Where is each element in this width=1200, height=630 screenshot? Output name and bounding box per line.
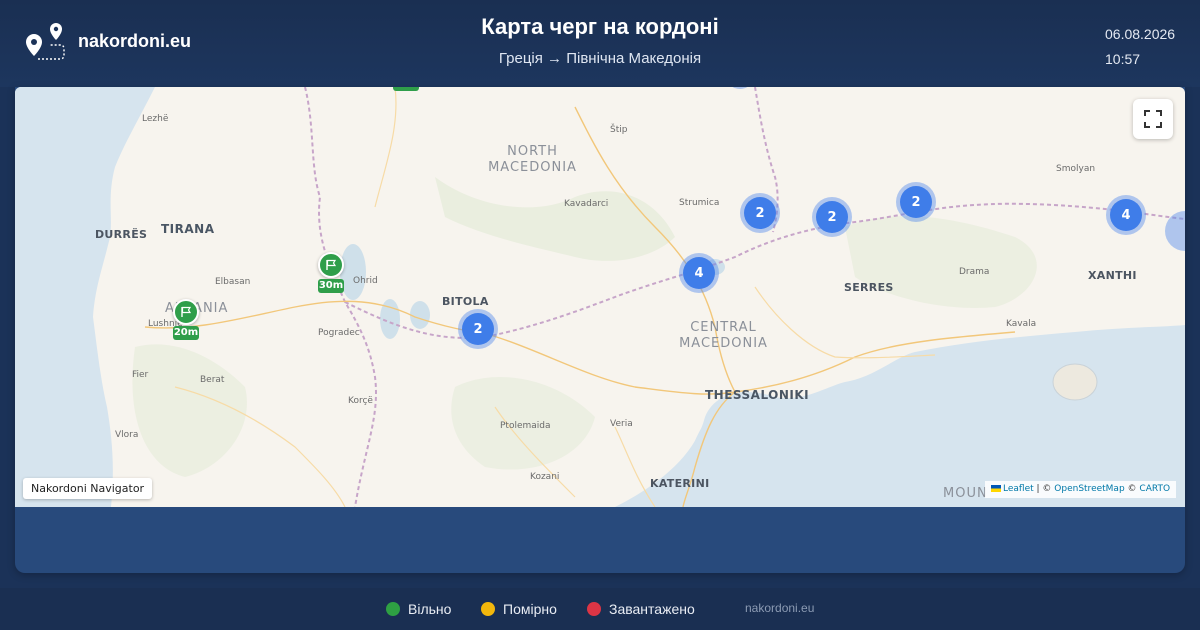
map-label-vlora: Vlora: [115, 430, 139, 440]
map-label-smolyan: Smolyan: [1056, 164, 1096, 174]
map-basemap: [15, 87, 1185, 507]
red-status-dot: [587, 602, 601, 616]
map-label-serres: SERRES: [844, 281, 894, 294]
map-label-bitola: BITOLA: [442, 295, 489, 308]
wait-time-badge: 30m: [318, 279, 344, 293]
yellow-status-dot: [481, 602, 495, 616]
map-label-tirana: TIRANA: [161, 222, 215, 236]
map-attribution: Leaflet | © OpenStreetMap © CARTO: [985, 481, 1177, 498]
queue-cluster[interactable]: 4: [679, 253, 719, 293]
map-label-pogradec: Pogradec: [318, 328, 360, 338]
map-label-durres: DURRËS: [95, 228, 148, 241]
footer-legend: Вільно Помірно Завантажено nakordoni.eu: [0, 588, 1200, 630]
map-label-berat: Berat: [200, 375, 225, 385]
queue-cluster[interactable]: 2: [740, 193, 780, 233]
map-label-veria: Veria: [610, 419, 633, 429]
legend-item-free: Вільно: [386, 601, 451, 617]
map-label-north-macedonia: NORTH MACEDONIA: [488, 144, 577, 175]
osm-link[interactable]: OpenStreetMap: [1054, 484, 1124, 494]
map-label-strumica: Strumica: [679, 198, 720, 208]
green-status-dot: [386, 602, 400, 616]
cluster-count: 2: [744, 197, 776, 229]
checkpoint-pin: [173, 299, 199, 325]
map-label-korce: Korçë: [348, 396, 373, 406]
map-label-xanthi: XANTHI: [1088, 269, 1137, 282]
map-label-kozani: Kozani: [530, 472, 560, 482]
map-label-central-macedonia: CENTRAL MACEDONIA: [679, 320, 768, 351]
map-label-thessaloniki: THESSALONIKI: [705, 388, 810, 402]
queue-cluster[interactable]: 2: [896, 182, 936, 222]
map-label-fier: Fier: [132, 370, 149, 380]
map-label-drama: Drama: [959, 267, 990, 277]
current-date: 06.08.2026: [1105, 26, 1176, 42]
legend-label: Вільно: [408, 601, 452, 617]
checkpoint-marker[interactable]: 30m: [316, 252, 346, 293]
cluster-count: 2: [462, 313, 494, 345]
page-title: Карта черг на кордоні: [481, 14, 719, 39]
flag-icon: [181, 306, 192, 317]
map-label-lezhe: Lezhë: [142, 114, 169, 124]
map-label-elbasan: Elbasan: [215, 277, 251, 287]
checkpoint-marker[interactable]: 20m: [171, 299, 201, 340]
navigator-badge[interactable]: Nakordoni Navigator: [23, 478, 153, 499]
queue-cluster[interactable]: 4: [1106, 195, 1146, 235]
legend-item-moderate: Помірно: [481, 601, 557, 617]
map-label-kavadarci: Kavadarci: [564, 199, 609, 209]
map-label-katerini: KATERINI: [650, 477, 710, 490]
datetime: 06.08.2026 10:57: [1105, 22, 1175, 72]
current-time: 10:57: [1105, 51, 1141, 67]
border-map[interactable]: Lezhë DURRËS TIRANA Elbasan ALBANIA Lush…: [15, 87, 1185, 507]
legend-label: Завантажено: [609, 601, 695, 617]
leaflet-link[interactable]: Leaflet: [1003, 484, 1034, 494]
header: nakordoni.eu Карта черг на кордоні Греці…: [0, 0, 1200, 87]
queue-cluster[interactable]: 2: [458, 309, 498, 349]
map-label-ptolemaida: Ptolemaida: [500, 421, 551, 431]
legend-item-busy: Завантажено: [587, 601, 695, 617]
cluster-count: 4: [1110, 199, 1142, 231]
fullscreen-icon: [1144, 110, 1162, 128]
flag-icon: [326, 259, 337, 270]
checkpoint-pin: [318, 252, 344, 278]
map-label-stip: Štip: [610, 125, 628, 135]
carto-link[interactable]: CARTO: [1139, 484, 1170, 494]
offscreen-marker-badge[interactable]: [393, 87, 419, 91]
footer-site[interactable]: nakordoni.eu: [745, 601, 814, 615]
map-label-kavala: Kavala: [1006, 319, 1037, 329]
cluster-count: 2: [816, 201, 848, 233]
fullscreen-button[interactable]: [1133, 99, 1173, 139]
cluster-count: 2: [900, 186, 932, 218]
wait-time-badge: 20m: [173, 326, 199, 340]
ukraine-flag-icon: [991, 485, 1001, 492]
map-label-mount: MOUN: [943, 486, 988, 501]
cluster-count: 4: [683, 257, 715, 289]
title-block: Карта черг на кордоні Греція → Північна …: [0, 14, 1200, 67]
legend-label: Помірно: [503, 601, 557, 617]
route-subtitle: Греція → Північна Македонія: [498, 50, 702, 67]
map-label-ohrid: Ohrid: [353, 276, 378, 286]
queue-cluster[interactable]: 2: [812, 197, 852, 237]
